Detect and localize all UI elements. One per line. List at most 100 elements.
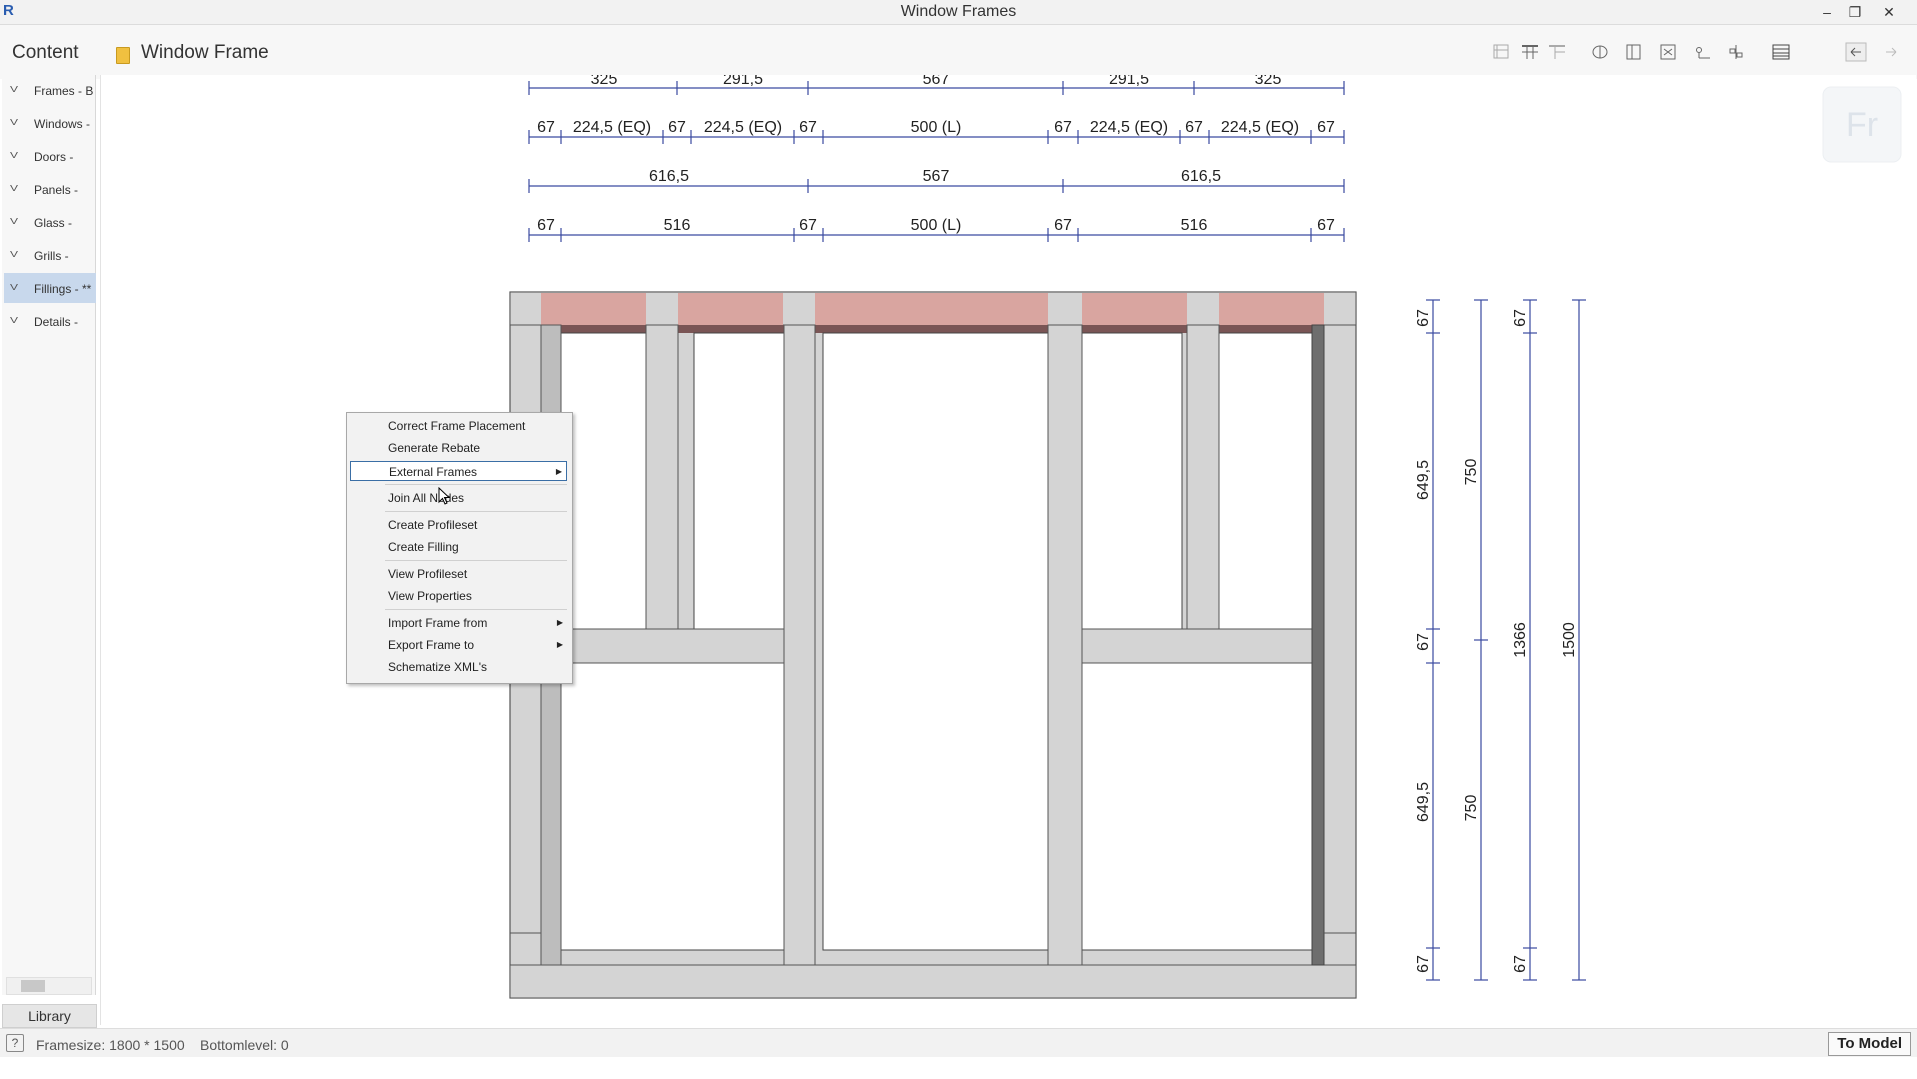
menu-separator [385,511,567,512]
dim-label: 649,5 [1415,782,1432,822]
dim-label: 291,5 [1109,75,1149,88]
window-title: Window Frames [900,3,1017,20]
dim-label: 616,5 [649,168,689,185]
dim-label: 750 [1463,795,1480,822]
node-icon[interactable] [1692,42,1714,62]
menu-item-join-all-nodes[interactable]: Join All Nodes [350,488,567,508]
menu-separator [385,609,567,610]
menu-item-create-profileset[interactable]: Create Profileset [350,515,567,535]
panel-left-icon[interactable] [1623,42,1645,62]
frame-split-icon[interactable] [1546,42,1568,62]
mouse-cursor-icon [438,487,451,505]
minimize-button[interactable]: – [1813,1,1841,23]
scrollbar-thumb[interactable] [21,980,45,992]
dim-label: 224,5 (EQ) [704,119,782,136]
dim-label: 67 [1415,633,1432,651]
chevron-down-icon: V [10,216,19,226]
dim-label: 516 [1181,217,1208,234]
dim-label: 1366 [1512,622,1529,658]
restore-button[interactable]: ❐ [1841,1,1869,23]
dim-label: 67 [1317,119,1335,136]
dim-label: 516 [664,217,691,234]
dim-label: 67 [1317,217,1335,234]
dim-label: 224,5 (EQ) [573,119,651,136]
submenu-arrow-icon: ▶ [555,467,562,476]
menu-item-import-frame-from[interactable]: Import Frame from ▶ [350,613,567,633]
dim-label: 67 [668,119,686,136]
redo-icon[interactable] [1880,42,1902,62]
dim-label: 67 [1512,955,1529,973]
chevron-down-icon: V [10,183,19,193]
chevron-down-icon: V [10,282,19,292]
dim-label: 67 [537,119,555,136]
section-icon[interactable] [1589,42,1611,62]
sidebar-item-frames[interactable]: V Frames - B [4,75,96,105]
dim-label: 325 [1255,75,1282,88]
sidebar-scrollbar[interactable] [6,977,92,995]
dim-label: 67 [537,217,555,234]
menu-item-create-filling[interactable]: Create Filling [350,537,567,557]
submenu-arrow-icon: ▶ [556,618,563,627]
menu-item-schematize-xmls[interactable]: Schematize XML's [350,657,567,677]
dim-label: 67 [1415,955,1432,973]
menu-item-view-profileset[interactable]: View Profileset [350,564,567,584]
frame-top-icon[interactable] [1519,42,1541,62]
window-frame[interactable] [509,291,1357,999]
menu-separator [385,560,567,561]
title-bar: R Window Frames – ❐ ✕ [0,0,1917,25]
dim-label: 500 (L) [911,217,962,234]
dim-label: 567 [923,168,950,185]
chevron-down-icon: V [10,315,19,325]
context-menu: Correct Frame Placement Generate Rebate … [346,412,573,684]
dim-label: 291,5 [723,75,763,88]
dim-label: 649,5 [1415,460,1432,500]
menu-item-correct-frame-placement[interactable]: Correct Frame Placement [350,416,567,436]
dim-label: 67 [1185,119,1203,136]
help-icon[interactable]: ? [6,1034,24,1052]
menu-item-generate-rebate[interactable]: Generate Rebate [350,438,567,458]
tree-icon[interactable] [1725,42,1747,62]
sidebar-item-windows[interactable]: V Windows - [4,108,96,138]
panel-swap-icon[interactable] [1657,42,1679,62]
dim-label: 67 [799,217,817,234]
sidebar-item-panels[interactable]: V Panels - [4,174,96,204]
watermark-text: Fr [1846,106,1878,144]
dim-label: 500 (L) [911,119,962,136]
library-button[interactable]: Library [2,1004,97,1028]
sidebar-item-glass[interactable]: V Glass - [4,207,96,237]
dim-label: 67 [1054,217,1072,234]
dim-label: 67 [1054,119,1072,136]
bottomlevel-status: Bottomlevel: 0 [200,1037,289,1053]
chevron-down-icon: V [10,84,19,94]
dim-label: 224,5 (EQ) [1090,119,1168,136]
dim-label: 67 [1415,309,1432,327]
sidebar-item-details[interactable]: V Details - [4,306,96,336]
menu-item-external-frames[interactable]: External Frames ▶ [350,461,567,481]
dim-label: 567 [923,75,950,88]
to-model-button[interactable]: To Model [1828,1032,1911,1056]
header-bar: Content Window Frame [0,25,1917,79]
undo-icon[interactable] [1845,42,1867,62]
dim-label: 67 [1512,309,1529,327]
close-button[interactable]: ✕ [1875,1,1903,23]
align-left-icon[interactable] [1491,42,1513,62]
sidebar-item-doors[interactable]: V Doors - [4,141,96,171]
framesize-status: Framesize: 1800 * 1500 [36,1037,185,1053]
table-icon[interactable] [1770,42,1792,62]
sidebar-item-grills[interactable]: V Grills - [4,240,96,270]
dim-label: 750 [1463,459,1480,486]
dim-label: 1500 [1561,622,1578,658]
sidebar-item-fillings[interactable]: V Fillings - ** [4,273,96,303]
document-icon [116,47,130,64]
menu-item-export-frame-to[interactable]: Export Frame to ▶ [350,635,567,655]
chevron-down-icon: V [10,150,19,160]
sidebar: V Frames - B V Windows - V Doors - V Panels … [2,75,96,995]
document-title: Window Frame [141,42,269,63]
menu-item-view-properties[interactable]: View Properties [350,586,567,606]
chevron-down-icon: V [10,117,19,127]
submenu-arrow-icon: ▶ [556,640,563,649]
dim-label: 325 [591,75,618,88]
status-bar: ? Framesize: 1800 * 1500 Bottomlevel: 0 … [0,1028,1917,1057]
content-title: Content [12,42,79,63]
menu-separator [385,484,567,485]
